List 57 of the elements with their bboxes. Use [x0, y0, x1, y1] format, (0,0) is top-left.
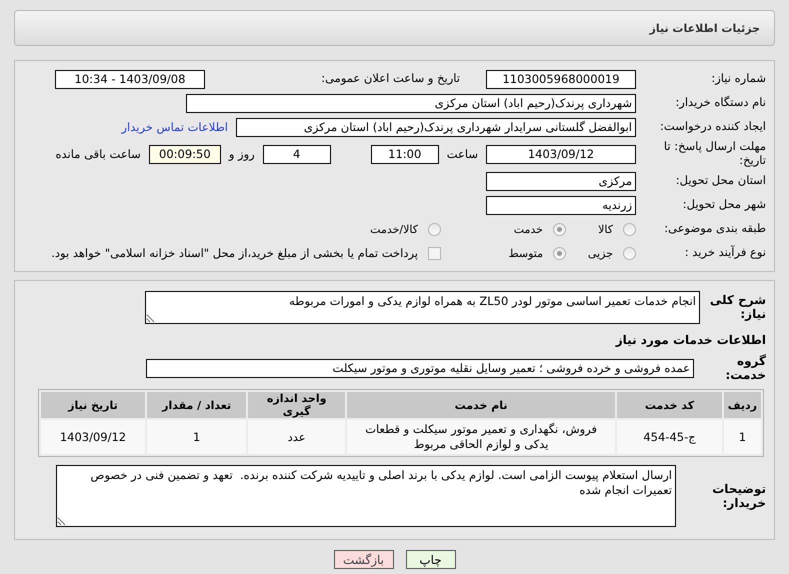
payment-note: پرداخت تمام یا بخشی از مبلغ خرید،از محل "اسناد خزانه اسلامی" خواهد بود.	[51, 246, 418, 260]
option-label: متوسط	[508, 246, 543, 260]
radio-button[interactable]	[623, 222, 636, 236]
column-header: ردیف	[724, 392, 761, 418]
option-label: کالا/خدمت	[370, 222, 418, 236]
field-label: شهر محل تحویل:	[682, 198, 767, 212]
requester-field: ابوالفضل گلستانی سرایدار شهرداری پرندک(رحیم اباد) استان مرکزی	[236, 118, 636, 136]
buyer-notes-field[interactable]: ارسال استعلام پیوست الزامی است. لوازم یدکی با برند اصلی و تاییدیه شرکت کننده برنده. تعهد و تضمین فنی در خصوص تعمیرات انجام شده	[56, 465, 676, 527]
table-cell: ج-45-454	[617, 420, 722, 454]
column-header: تعداد / مقدار	[146, 392, 246, 418]
remaining-label: ساعت باقی مانده	[56, 147, 141, 161]
time-label: ساعت	[446, 147, 478, 161]
days-label: روز و	[228, 147, 255, 161]
city-field: زرندیه	[486, 196, 636, 214]
field-label: توضیحات خریدار:	[711, 482, 767, 510]
field-label: استان محل تحویل:	[674, 174, 767, 188]
contact-link[interactable]: اطلاعات تماس خریدار	[121, 120, 228, 134]
field-label: نوع فرآیند خرید :	[684, 246, 767, 260]
page-title: جزئیات اطلاعات نیاز	[650, 22, 760, 34]
radio-button[interactable]	[623, 246, 636, 260]
table-cell: 1403/09/12	[41, 420, 145, 454]
announce-date-field: 1403/09/08 - 10:34	[55, 70, 205, 88]
radio-button[interactable]	[553, 246, 566, 260]
deadline-time-field: 11:00	[370, 144, 439, 164]
days-field: 4	[262, 144, 331, 164]
column-header: کد خدمت	[617, 392, 722, 418]
field-label: نام دستگاه خریدار:	[674, 96, 767, 110]
option-label: کالا	[598, 222, 613, 236]
field-label: طبقه بندی موضوعی:	[663, 222, 767, 236]
table-cell: فروش، نگهداری و تعمیر موتور سیکلت و قطعات یدکی و لوازم الحاقی مربوط	[347, 420, 616, 454]
column-header: واحد اندازه گیری	[248, 392, 346, 418]
column-header: نام خدمت	[347, 392, 616, 418]
checkbox[interactable]	[428, 246, 441, 260]
field-label: شماره نیاز:	[710, 72, 767, 86]
province-field: مرکزی	[486, 172, 636, 190]
field-label: شرح کلی نیاز:	[708, 292, 767, 322]
field-label: گروه خدمت:	[724, 354, 767, 382]
table-cell: 1	[724, 420, 761, 454]
column-header: تاریخ نیاز	[41, 392, 145, 418]
print-button[interactable]: چاپ	[406, 550, 456, 569]
back-button[interactable]: بازگشت	[334, 550, 394, 569]
need-number-field: 1103005968000019	[486, 70, 636, 88]
radio-button[interactable]	[428, 222, 441, 236]
table-cell: 1	[146, 420, 246, 454]
option-label: جزیی	[588, 246, 613, 260]
field-label: ایجاد کننده درخواست:	[659, 120, 767, 134]
radio-button[interactable]	[553, 222, 566, 236]
deadline-date-field: 1403/09/12	[486, 144, 636, 164]
remaining-time-field: 00:09:50	[148, 144, 221, 164]
service-group-field: عمده فروشی و خرده فروشی ؛ تعمیر وسایل نقلیه موتوری و موتور سیکلت	[146, 358, 694, 378]
description-field[interactable]: انجام خدمات تعمیر اساسی موتور لودر ZL50 به همراه لوازم یدکی و امورات مربوطه	[145, 290, 700, 324]
field-label: مهلت ارسال پاسخ: تا تاریخ:	[662, 140, 767, 168]
table-cell: عدد	[248, 420, 346, 454]
option-label: خدمت	[514, 222, 543, 236]
section-title: اطلاعات خدمات مورد نیاز	[616, 333, 767, 347]
field-label: تاریخ و ساعت اعلان عمومی:	[320, 72, 461, 86]
buyer-org-field: شهرداری پرندک(رحیم اباد) استان مرکزی	[186, 94, 636, 112]
